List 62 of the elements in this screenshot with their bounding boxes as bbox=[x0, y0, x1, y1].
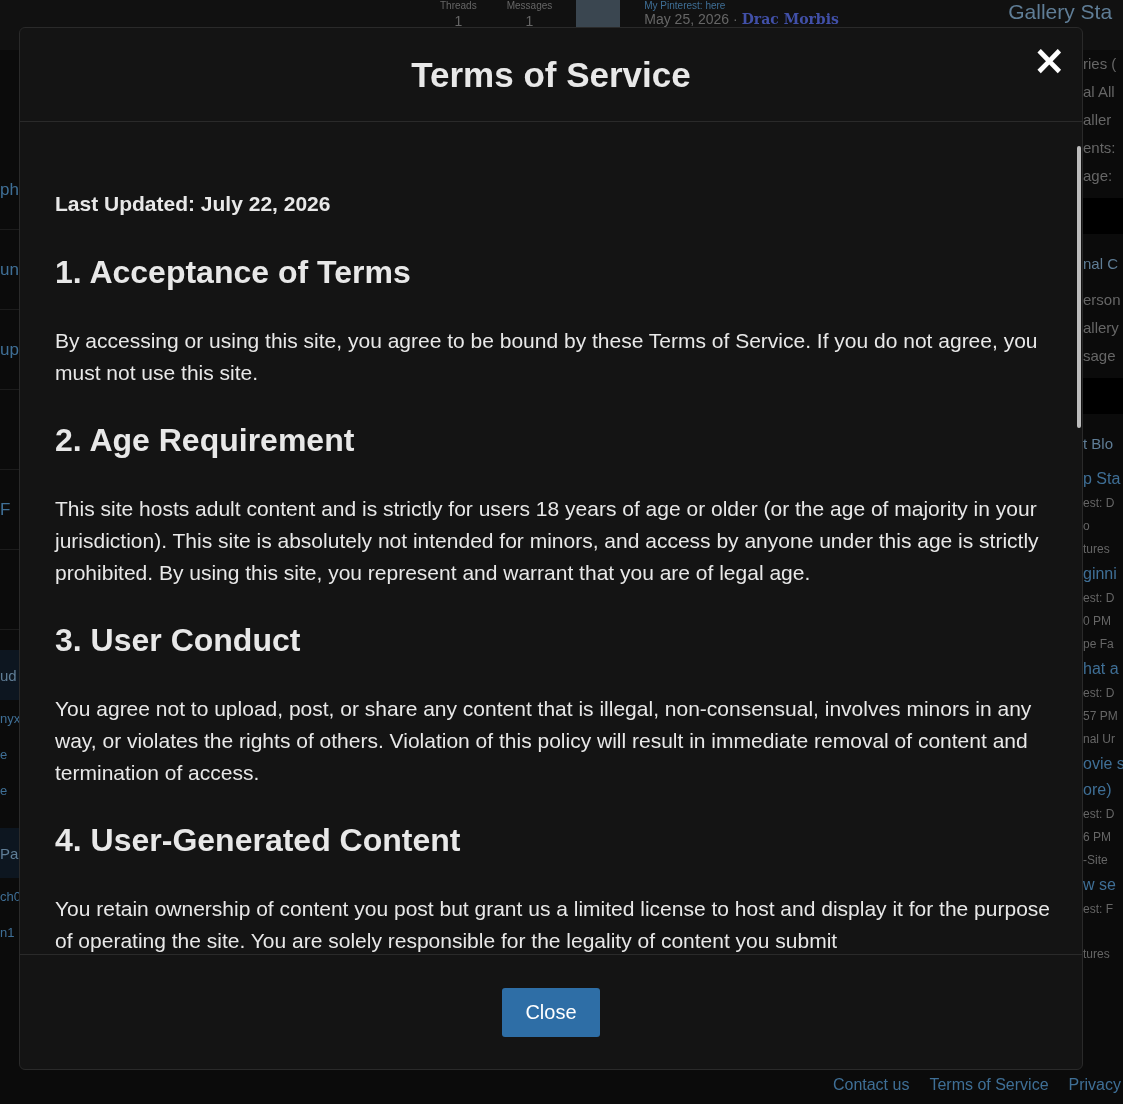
sidebar-text-fragment: est: D bbox=[1083, 806, 1116, 823]
text-fragment: e bbox=[0, 746, 8, 762]
sidebar-text-fragment: aller bbox=[1083, 110, 1113, 130]
sidebar-link-fragment[interactable]: hat a bbox=[1083, 656, 1123, 682]
sidebar-title-fragment: t Blo bbox=[1083, 434, 1114, 454]
section-heading: 4. User-Generated Content bbox=[55, 822, 462, 859]
section-heading: 1. Acceptance of Terms bbox=[55, 254, 412, 291]
thread-title-link[interactable]: My Pinterest: here bbox=[644, 0, 925, 11]
sidebar-link-fragment[interactable]: ginni bbox=[1083, 561, 1123, 587]
footer-link[interactable]: Terms of Service bbox=[929, 1076, 1049, 1094]
sidebar-heading: Gallery Sta bbox=[1008, 0, 1113, 24]
sidebar-text-fragment: allery bbox=[1083, 318, 1120, 338]
avatar-placeholder bbox=[576, 0, 621, 27]
sidebar-text-fragment: ries ( bbox=[1083, 54, 1118, 74]
sidebar-text-fragment: al All bbox=[1083, 82, 1116, 102]
sidebar-text-fragment: est: F bbox=[1083, 901, 1114, 918]
sidebar-text-fragment: 0 PM bbox=[1083, 613, 1112, 630]
sidebar-text-fragment: -Site bbox=[1083, 852, 1109, 869]
text-fragment: e bbox=[0, 782, 8, 798]
sidebar-text-fragment: nal Ur bbox=[1083, 731, 1116, 748]
section-paragraph: You retain ownership of content you post but grant us a limited license to host and display it for the purpose of operating the site. You are solely responsible for the legality of content you submit bbox=[55, 896, 1051, 954]
sidebar-text-fragment: tures bbox=[1083, 946, 1111, 963]
sidebar-text-fragment: tures bbox=[1083, 541, 1111, 558]
section-paragraph: This site hosts adult content and is strictly for users 18 years of age or older (or the age of majority in your jurisdiction). This site is absolutely not intended for minors, and access by anyone under this age is strictly prohibited. By using this site, you represent and warrant that you are of legal age. bbox=[55, 496, 1040, 586]
section-paragraph: You agree not to upload, post, or share any content that is illegal, non-consensual, involves minors in any way, or violates the rights of others. Violation of this policy will result in immediate removal of content and termination of access. bbox=[55, 696, 1033, 786]
forum-title-fragment: un bbox=[0, 259, 19, 280]
stat-value: 1 bbox=[525, 13, 534, 29]
sidebar-text-fragment: 6 PM bbox=[1083, 829, 1112, 846]
forum-title-fragment: up bbox=[0, 339, 19, 360]
section-title-fragment: ud bbox=[0, 666, 17, 684]
sidebar-text-fragment: pe Fa bbox=[1083, 636, 1115, 653]
sidebar-text-fragment: 57 PM bbox=[1083, 708, 1119, 725]
forum-title-fragment: ph bbox=[0, 179, 19, 200]
scrollbar-thumb[interactable] bbox=[1077, 146, 1081, 428]
sidebar-link-fragment[interactable]: p Sta bbox=[1083, 466, 1123, 492]
sidebar-text-fragment: o bbox=[1083, 518, 1091, 535]
section-title-fragment: Pa bbox=[0, 844, 19, 862]
sidebar-text-fragment: est: D bbox=[1083, 685, 1116, 702]
thread-date: May 25, 2026 · bbox=[644, 11, 738, 27]
forum-title-fragment: F bbox=[0, 499, 11, 520]
modal-title: Terms of Service bbox=[411, 54, 691, 95]
sidebar-text-fragment: est: D bbox=[1083, 495, 1116, 512]
footer-link[interactable]: Privacy bbox=[1068, 1076, 1121, 1094]
section-heading: 3. User Conduct bbox=[55, 622, 302, 659]
section-paragraph: By accessing or using this site, you agree to be bound by these Terms of Service. If you do not agree, you must not use this site. bbox=[55, 328, 1039, 386]
text-fragment: n1 bbox=[0, 924, 15, 940]
sidebar-text-fragment: est: D bbox=[1083, 590, 1116, 607]
stat-value: 1 bbox=[454, 13, 463, 29]
last-updated-text: Last Updated: July 22, 2026 bbox=[55, 192, 332, 216]
sidebar-text-fragment: age: bbox=[1083, 166, 1114, 186]
author-link[interactable]: Drac Morbis bbox=[741, 11, 839, 27]
sidebar-text-fragment: ents: bbox=[1083, 138, 1117, 158]
sidebar-link-fragment[interactable]: ore) bbox=[1083, 777, 1123, 803]
stat-label: Threads bbox=[440, 0, 477, 11]
close-button[interactable]: Close bbox=[502, 987, 600, 1037]
sidebar-link-fragment[interactable]: w se bbox=[1083, 872, 1123, 898]
sidebar-title-fragment: nal C bbox=[1083, 254, 1120, 274]
footer-link[interactable]: Contact us bbox=[832, 1076, 910, 1094]
section-heading: 2. Age Requirement bbox=[55, 422, 356, 459]
sidebar-text-fragment: sage bbox=[1083, 346, 1117, 366]
sidebar-text-fragment: erson bbox=[1083, 290, 1122, 310]
stat-label: Messages bbox=[506, 0, 553, 11]
